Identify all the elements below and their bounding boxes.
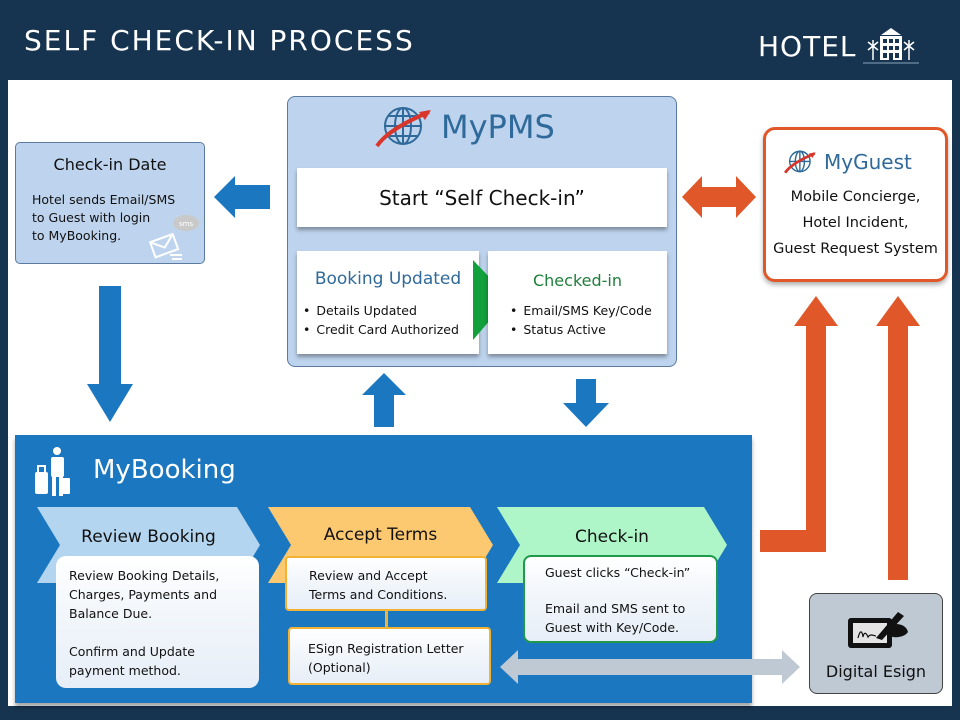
myguest-line: Guest Request System [773, 241, 938, 257]
accept-terms-notes: Review and Accept Terms and Conditions. [285, 556, 487, 611]
note-line: Charges, Payments and [69, 587, 218, 602]
myguest-logo: MyGuest [784, 148, 912, 176]
booking-updated-item: Details Updated [303, 301, 459, 320]
myguest-line: Hotel Incident, [802, 215, 909, 231]
digital-esign-label: Digital Esign [825, 662, 927, 681]
traveler-luggage-icon [35, 447, 70, 496]
checkin-date-title: Check-in Date [53, 155, 167, 174]
booking-updated-item: Credit Card Authorized [303, 320, 459, 339]
check-in-notes: Guest clicks “Check-in” Email and SMS se… [523, 555, 718, 643]
myguest-box: MyGuest Mobile Concierge, Hotel Incident… [763, 127, 948, 282]
mypms-name: MyPMS [441, 108, 555, 146]
arrow-down-from-mypms [563, 379, 609, 427]
hotel-logo: HOTEL [758, 26, 919, 66]
review-booking-notes: Review Booking Details, Charges, Payment… [56, 556, 259, 688]
bidirectional-arrow-mypms-myguest [682, 176, 756, 218]
note-line: Confirm and Update [69, 644, 196, 659]
note-line: Review Booking Details, [69, 568, 220, 583]
connector-line [385, 611, 388, 627]
checked-in-item: Email/SMS Key/Code [510, 301, 651, 320]
arrow-down-to-mybooking [87, 286, 133, 422]
start-self-checkin-box: Start “Self Check-in” [297, 168, 667, 227]
checked-in-card: Checked-in Email/SMS Key/Code Status Act… [488, 251, 667, 354]
note-line: Guest clicks “Check-in” [545, 565, 691, 580]
arrow-up-to-mypms [362, 373, 406, 427]
checked-in-item: Status Active [510, 320, 652, 339]
sms-badge-text: sms [179, 220, 193, 228]
bidirectional-arrow-esign [500, 650, 800, 684]
booking-updated-card: Booking Updated Details Updated Credit C… [297, 251, 479, 354]
booking-updated-title: Booking Updated [314, 269, 462, 289]
step-label: Check-in [575, 527, 649, 547]
note-line: Guest with Key/Code. [545, 620, 680, 635]
checkin-date-box: Check-in Date Hotel sends Email/SMS to G… [15, 142, 205, 264]
step-label: Accept Terms [323, 525, 438, 545]
tablet-signature-icon [848, 612, 908, 648]
note-line: Balance Due. [69, 606, 153, 621]
digital-esign-box: Digital Esign [809, 593, 943, 694]
myguest-line: Mobile Concierge, [790, 189, 921, 205]
page-title: SELF CHECK-IN PROCESS [24, 24, 415, 57]
arrow-left-to-checkin-date [214, 176, 270, 218]
note-line: ESign Registration Letter [308, 641, 464, 656]
note-line: payment method. [69, 663, 181, 678]
note-line: Terms and Conditions. [309, 587, 448, 602]
note-line: (Optional) [308, 660, 371, 675]
step-label: Review Booking [81, 527, 216, 547]
hotel-logo-text: HOTEL [758, 29, 857, 63]
arrow-up-from-mybooking-to-myguest [760, 296, 838, 552]
hotel-building-icon [862, 28, 919, 64]
globe-icon [784, 150, 816, 174]
email-sms-icon: sms [148, 215, 199, 260]
mybooking-title: MyBooking [93, 455, 236, 485]
mypms-logo: MyPMS [375, 104, 555, 150]
note-line: Email and SMS sent to [545, 601, 686, 616]
note-line: Review and Accept [309, 568, 428, 583]
checked-in-title: Checked-in [532, 271, 622, 290]
globe-icon [375, 107, 431, 148]
arrow-up-from-esign-to-myguest [876, 296, 920, 580]
myguest-name: MyGuest [824, 150, 912, 174]
checkin-date-line: Hotel sends Email/SMS [32, 192, 176, 207]
esign-registration-note: ESign Registration Letter (Optional) [288, 627, 491, 685]
